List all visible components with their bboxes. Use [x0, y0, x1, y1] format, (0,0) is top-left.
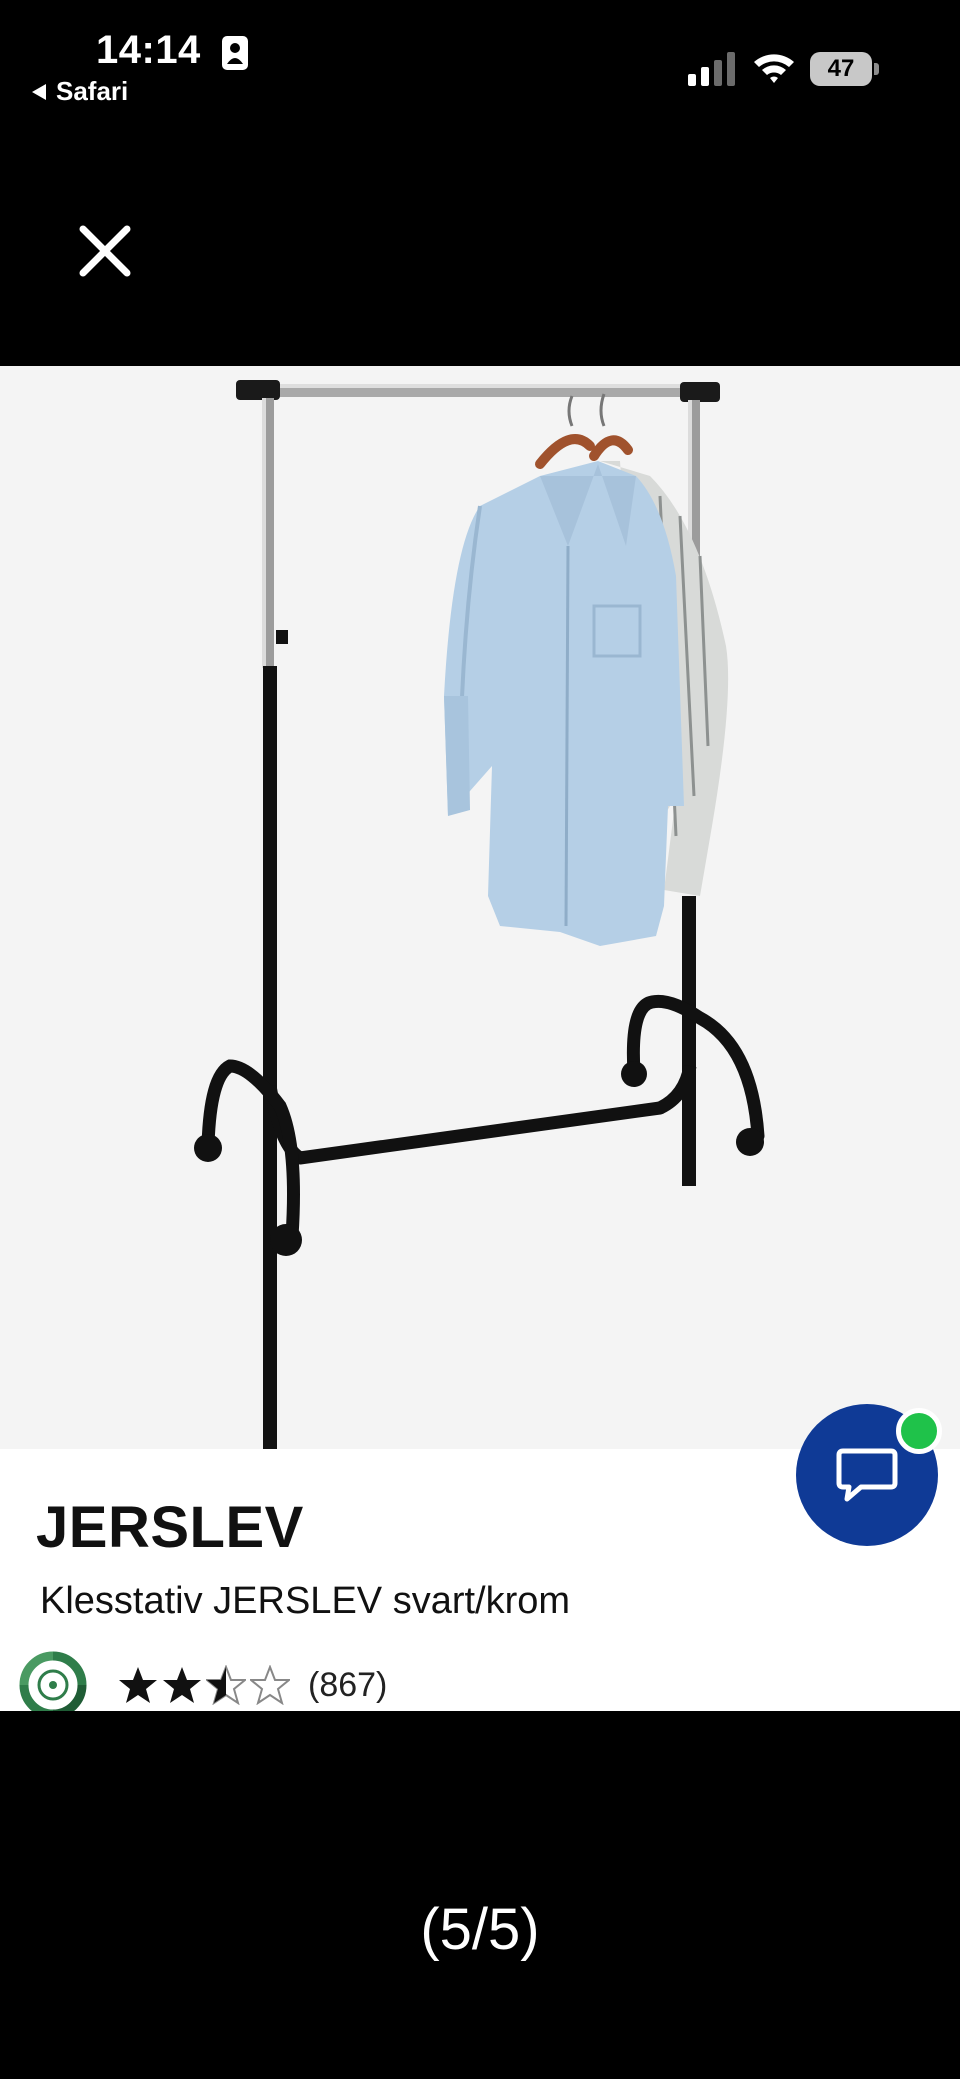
- close-icon: [79, 225, 131, 277]
- review-count: (867): [308, 1665, 388, 1704]
- battery-level: 47: [827, 55, 855, 82]
- battery-tip: [874, 63, 879, 75]
- back-label: Safari: [56, 76, 129, 106]
- star-filled-icon: [163, 1667, 201, 1703]
- battery-body: 47: [810, 52, 872, 86]
- product-image[interactable]: [0, 366, 960, 1449]
- status-bar: 14:14 Safari 47: [0, 0, 960, 120]
- close-button[interactable]: [76, 222, 134, 280]
- status-time: 14:14: [96, 28, 201, 72]
- clothes-rack-image: [194, 380, 765, 1449]
- image-pager-counter: (5/5): [420, 1897, 540, 1962]
- online-status-dot: [896, 1408, 942, 1454]
- product-description: Klesstativ JERSLEV svart/krom: [40, 1580, 571, 1622]
- star-filled-icon: [119, 1667, 157, 1703]
- star-rating: [118, 1665, 290, 1705]
- battery-indicator: 47: [810, 52, 880, 86]
- cellular-signal-icon: [688, 52, 735, 86]
- recycle-eco-badge-icon: [19, 1651, 87, 1711]
- product-brand-title: JERSLEV: [36, 1495, 304, 1560]
- speech-bubble-icon: [836, 1448, 898, 1502]
- id-badge-icon: [222, 36, 248, 70]
- back-triangle-icon: [32, 83, 46, 100]
- rating-row[interactable]: (867): [18, 1650, 387, 1711]
- star-empty-icon: [250, 1665, 290, 1705]
- back-to-safari-link[interactable]: Safari: [30, 76, 128, 107]
- wifi-icon: [754, 54, 794, 83]
- star-half-icon: [206, 1665, 246, 1705]
